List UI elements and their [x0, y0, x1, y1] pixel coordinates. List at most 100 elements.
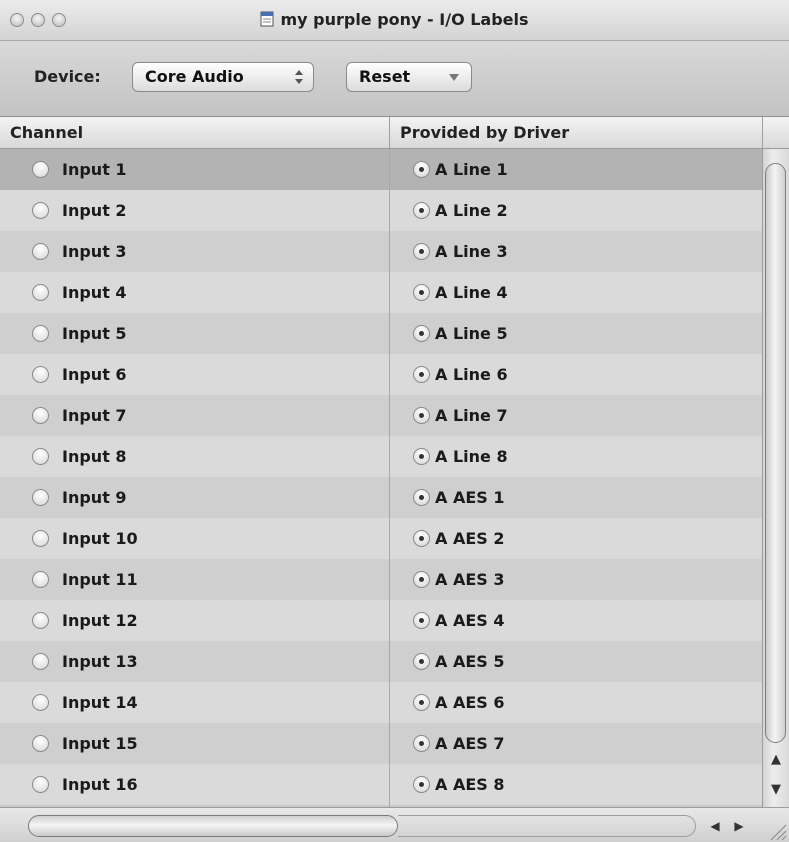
- horizontal-scroll-track: [398, 815, 696, 837]
- table-row[interactable]: Input 1 A Line 1: [0, 149, 762, 190]
- reset-label: Reset: [359, 67, 411, 86]
- driver-label: A AES 1: [435, 488, 505, 507]
- channel-radio-button[interactable]: [32, 776, 49, 793]
- channel-radio-button[interactable]: [32, 571, 49, 588]
- table-row[interactable]: Input 11 A AES 3: [0, 559, 762, 600]
- table-row[interactable]: Input 13 A AES 5: [0, 641, 762, 682]
- driver-label: A AES 6: [435, 693, 505, 712]
- channel-radio-button[interactable]: [32, 612, 49, 629]
- resize-grip-icon[interactable]: [765, 819, 787, 841]
- scroll-right-arrow-icon[interactable]: ▶: [728, 815, 750, 837]
- channel-radio-button[interactable]: [32, 325, 49, 342]
- driver-radio-button[interactable]: [413, 325, 430, 342]
- table-row[interactable]: Input 3 A Line 3: [0, 231, 762, 272]
- driver-radio-button[interactable]: [413, 694, 430, 711]
- driver-radio-button[interactable]: [413, 448, 430, 465]
- channel-radio-button[interactable]: [32, 489, 49, 506]
- channel-radio-button[interactable]: [32, 530, 49, 547]
- channel-label: Input 6: [62, 365, 127, 384]
- channel-label: Input 15: [62, 734, 138, 753]
- table-row[interactable]: Input 14 A AES 6: [0, 682, 762, 723]
- channel-radio-button[interactable]: [32, 735, 49, 752]
- table-row[interactable]: Input 7 A Line 7: [0, 395, 762, 436]
- device-label: Device:: [34, 67, 101, 86]
- io-labels-window: my purple pony - I/O Labels Device: Core…: [0, 0, 789, 842]
- channel-radio-button[interactable]: [32, 448, 49, 465]
- driver-label: A Line 1: [435, 160, 508, 179]
- table-row[interactable]: Input 2 A Line 2: [0, 190, 762, 231]
- driver-label: A AES 8: [435, 775, 505, 794]
- channel-label: Input 2: [62, 201, 127, 220]
- channel-label: Input 7: [62, 406, 127, 425]
- table-row[interactable]: Input 4 A Line 4: [0, 272, 762, 313]
- table-row[interactable]: Input 6 A Line 6: [0, 354, 762, 395]
- driver-label: A Line 7: [435, 406, 508, 425]
- channel-label: Input 10: [62, 529, 138, 548]
- driver-radio-button[interactable]: [413, 530, 430, 547]
- table-row[interactable]: Input 10 A AES 2: [0, 518, 762, 559]
- channel-radio-button[interactable]: [32, 653, 49, 670]
- column-header-channel[interactable]: Channel: [0, 117, 389, 148]
- scroll-down-arrow-icon[interactable]: ▼: [763, 775, 789, 805]
- channel-label: Input 9: [62, 488, 127, 507]
- driver-radio-button[interactable]: [413, 571, 430, 588]
- channel-label: Input 14: [62, 693, 138, 712]
- driver-label: A AES 3: [435, 570, 505, 589]
- table-row[interactable]: Input 15 A AES 7: [0, 723, 762, 764]
- driver-radio-button[interactable]: [413, 284, 430, 301]
- driver-label: A Line 3: [435, 242, 508, 261]
- table-row[interactable]: Input 12 A AES 4: [0, 600, 762, 641]
- driver-radio-button[interactable]: [413, 366, 430, 383]
- table-body: Input 1 A Line 1 Input 2 A Line 2 Input 3 A L…: [0, 149, 762, 807]
- channel-label: Input 5: [62, 324, 127, 343]
- driver-radio-button[interactable]: [413, 489, 430, 506]
- channel-label: Input 1: [62, 160, 127, 179]
- channel-radio-button[interactable]: [32, 161, 49, 178]
- channel-label: Input 16: [62, 775, 138, 794]
- driver-radio-button[interactable]: [413, 735, 430, 752]
- driver-radio-button[interactable]: [413, 202, 430, 219]
- channel-radio-button[interactable]: [32, 243, 49, 260]
- driver-radio-button[interactable]: [413, 653, 430, 670]
- column-divider: [762, 117, 763, 148]
- horizontal-scrollbar[interactable]: ◀ ▶: [0, 807, 789, 842]
- driver-label: A AES 7: [435, 734, 505, 753]
- channel-label: Input 12: [62, 611, 138, 630]
- scroll-left-arrow-icon[interactable]: ◀: [704, 815, 726, 837]
- driver-label: A Line 5: [435, 324, 508, 343]
- chevron-down-icon: [449, 74, 459, 81]
- scroll-up-arrow-icon[interactable]: ▲: [763, 745, 789, 775]
- driver-label: A AES 5: [435, 652, 505, 671]
- table-header: Channel Provided by Driver: [0, 117, 789, 149]
- device-popup-value: Core Audio: [145, 67, 244, 86]
- horizontal-scroll-thumb[interactable]: [28, 815, 398, 837]
- document-icon: [260, 11, 274, 27]
- driver-radio-button[interactable]: [413, 407, 430, 424]
- driver-radio-button[interactable]: [413, 776, 430, 793]
- io-labels-table: Channel Provided by Driver Input 1 A Line…: [0, 117, 789, 807]
- table-row[interactable]: Input 9 A AES 1: [0, 477, 762, 518]
- table-row[interactable]: Input 16 A AES 8: [0, 764, 762, 805]
- column-divider: [389, 149, 390, 807]
- driver-radio-button[interactable]: [413, 161, 430, 178]
- channel-radio-button[interactable]: [32, 407, 49, 424]
- channel-label: Input 11: [62, 570, 138, 589]
- channel-radio-button[interactable]: [32, 366, 49, 383]
- vertical-scroll-thumb[interactable]: [765, 163, 786, 743]
- table-row[interactable]: Input 8 A Line 8: [0, 436, 762, 477]
- channel-label: Input 3: [62, 242, 127, 261]
- channel-radio-button[interactable]: [32, 284, 49, 301]
- table-row[interactable]: Input 5 A Line 5: [0, 313, 762, 354]
- channel-radio-button[interactable]: [32, 202, 49, 219]
- device-popup[interactable]: Core Audio: [132, 62, 314, 92]
- driver-radio-button[interactable]: [413, 612, 430, 629]
- column-header-provided-by-driver[interactable]: Provided by Driver: [390, 117, 762, 148]
- window-title: my purple pony - I/O Labels: [280, 10, 529, 29]
- driver-label: A Line 4: [435, 283, 508, 302]
- channel-label: Input 13: [62, 652, 138, 671]
- channel-radio-button[interactable]: [32, 694, 49, 711]
- reset-pulldown-button[interactable]: Reset: [346, 62, 472, 92]
- vertical-scrollbar[interactable]: ▲ ▼: [762, 149, 789, 807]
- driver-radio-button[interactable]: [413, 243, 430, 260]
- driver-label: A Line 8: [435, 447, 508, 466]
